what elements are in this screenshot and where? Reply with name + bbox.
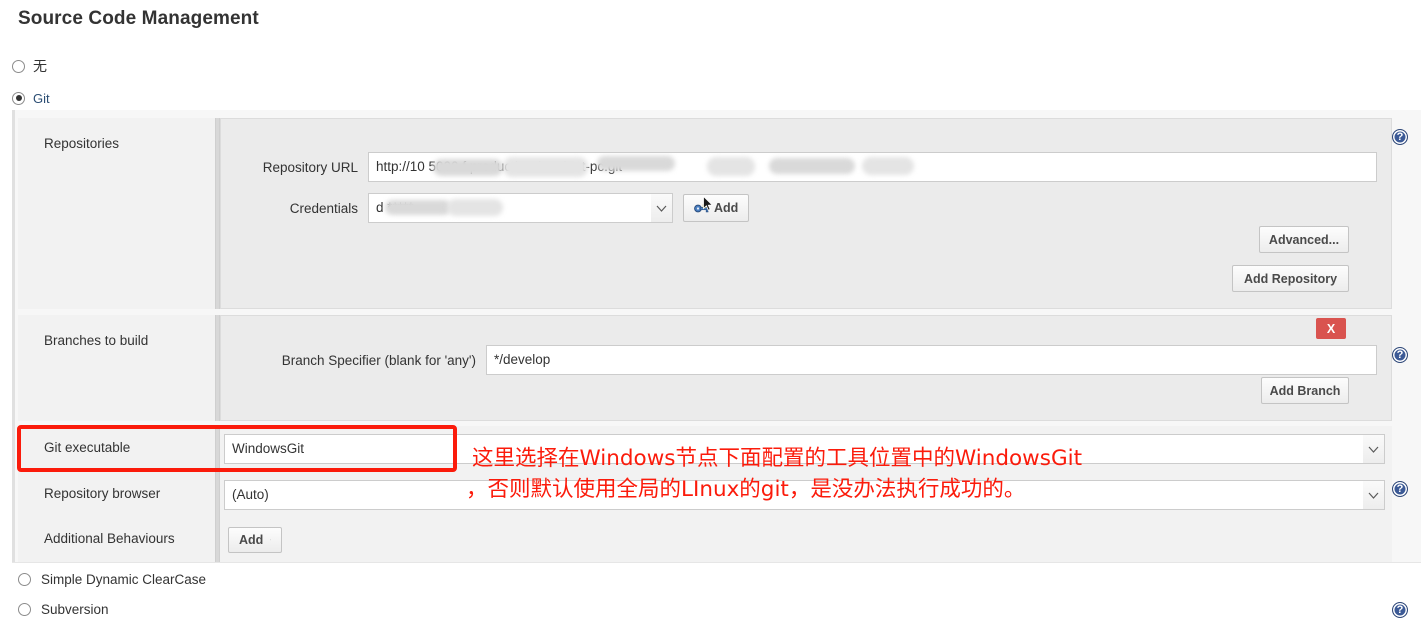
scm-radio-clearcase-label: Simple Dynamic ClearCase [41, 572, 207, 587]
git-executable-label: Git executable [44, 440, 131, 455]
repository-url-input[interactable]: http://10 5000 f production /trunk nt-pc… [368, 152, 1377, 182]
add-repository-button[interactable]: Add Repository [1232, 265, 1349, 292]
scm-radio-none-label: 无 [33, 58, 47, 74]
redaction-smudge [503, 157, 588, 177]
help-icon-repositories[interactable]: ? [1392, 129, 1408, 145]
branches-block: Branches to build X Branch Specifier (bl… [18, 315, 1392, 421]
redaction-smudge [769, 158, 855, 174]
scm-radio-simple-dynamic-clearcase[interactable]: Simple Dynamic ClearCase [18, 572, 206, 587]
repository-browser-block: Repository browser (Auto) [18, 472, 1392, 518]
credentials-row: Credentials d ***** [221, 193, 1391, 223]
repository-browser-value: (Auto) [232, 487, 269, 502]
redaction-smudge [447, 199, 503, 216]
delete-branch-button[interactable]: X [1316, 318, 1346, 339]
branch-specifier-row: Branch Specifier (blank for 'any') */dev… [221, 345, 1391, 375]
repositories-section-label: Repositories [44, 136, 120, 151]
repositories-panel: Repository URL http://10 5000 f producti… [220, 118, 1392, 309]
redaction-smudge [597, 156, 675, 171]
git-config-body: Repositories Repository URL http://10 50… [12, 110, 1421, 562]
advanced-button[interactable]: Advanced... [1259, 226, 1349, 253]
redaction-smudge [385, 200, 451, 215]
credentials-add-button[interactable]: Add [683, 194, 750, 222]
help-icon-repository-browser[interactable]: ? [1392, 481, 1408, 497]
add-branch-button[interactable]: Add Branch [1261, 377, 1349, 404]
branch-specifier-label: Branch Specifier (blank for 'any') [281, 352, 476, 368]
branch-specifier-value: */develop [494, 352, 551, 367]
help-icon-subversion[interactable]: ? [1392, 602, 1408, 618]
scm-radio-subversion[interactable]: Subversion [18, 602, 109, 617]
additional-behaviours-panel: Add [220, 518, 1392, 562]
branch-specifier-input[interactable]: */develop [486, 345, 1377, 375]
radio-git-indicator[interactable] [12, 91, 25, 105]
section-separator [12, 562, 1421, 563]
repository-url-label: Repository URL [262, 159, 358, 175]
radio-none-indicator[interactable] [12, 59, 25, 73]
repository-url-row: Repository URL http://10 5000 f producti… [221, 152, 1391, 182]
repository-browser-select[interactable]: (Auto) [224, 480, 1363, 510]
git-executable-block: Git executable WindowsGit [18, 426, 1392, 472]
additional-behaviours-add-button[interactable]: Add [228, 527, 282, 553]
repository-browser-field-wrap: (Auto) [220, 472, 1392, 518]
git-executable-value: WindowsGit [232, 441, 305, 456]
redaction-smudge [707, 157, 755, 176]
repositories-block: Repositories Repository URL http://10 50… [18, 118, 1392, 309]
redaction-smudge [862, 157, 914, 175]
credentials-add-label: Add [714, 201, 739, 215]
redaction-smudge [433, 159, 503, 176]
credentials-select[interactable]: d ***** [368, 193, 651, 223]
credentials-dropdown-arrow[interactable] [651, 193, 673, 223]
scm-radio-git-label: Git [33, 90, 50, 106]
additional-behaviours-label: Additional Behaviours [44, 531, 175, 546]
additional-behaviours-add-label: Add [239, 533, 264, 547]
branches-section-label: Branches to build [44, 333, 149, 348]
scm-config-page: Source Code Management 无 Git Repositorie… [0, 0, 1421, 626]
git-executable-dropdown-arrow[interactable] [1363, 434, 1385, 464]
additional-behaviours-block: Additional Behaviours Add [18, 518, 1392, 562]
help-icon-branch-specifier[interactable]: ? [1392, 347, 1408, 363]
git-executable-field-wrap: WindowsGit [220, 426, 1392, 472]
repository-browser-dropdown-arrow[interactable] [1363, 480, 1385, 510]
git-executable-select[interactable]: WindowsGit [224, 434, 1363, 464]
scm-radio-none[interactable]: 无 [12, 56, 47, 76]
page-title: Source Code Management [18, 8, 259, 29]
mouse-cursor [703, 196, 714, 211]
caret-down-icon [270, 539, 271, 541]
radio-clearcase-indicator[interactable] [18, 573, 31, 586]
scm-radio-subversion-label: Subversion [41, 602, 109, 617]
radio-subversion-indicator[interactable] [18, 603, 31, 616]
repository-browser-label: Repository browser [44, 486, 161, 501]
scm-radio-git[interactable]: Git [12, 88, 50, 108]
credentials-label: Credentials [289, 200, 358, 216]
branches-panel: X Branch Specifier (blank for 'any') */d… [220, 315, 1392, 421]
